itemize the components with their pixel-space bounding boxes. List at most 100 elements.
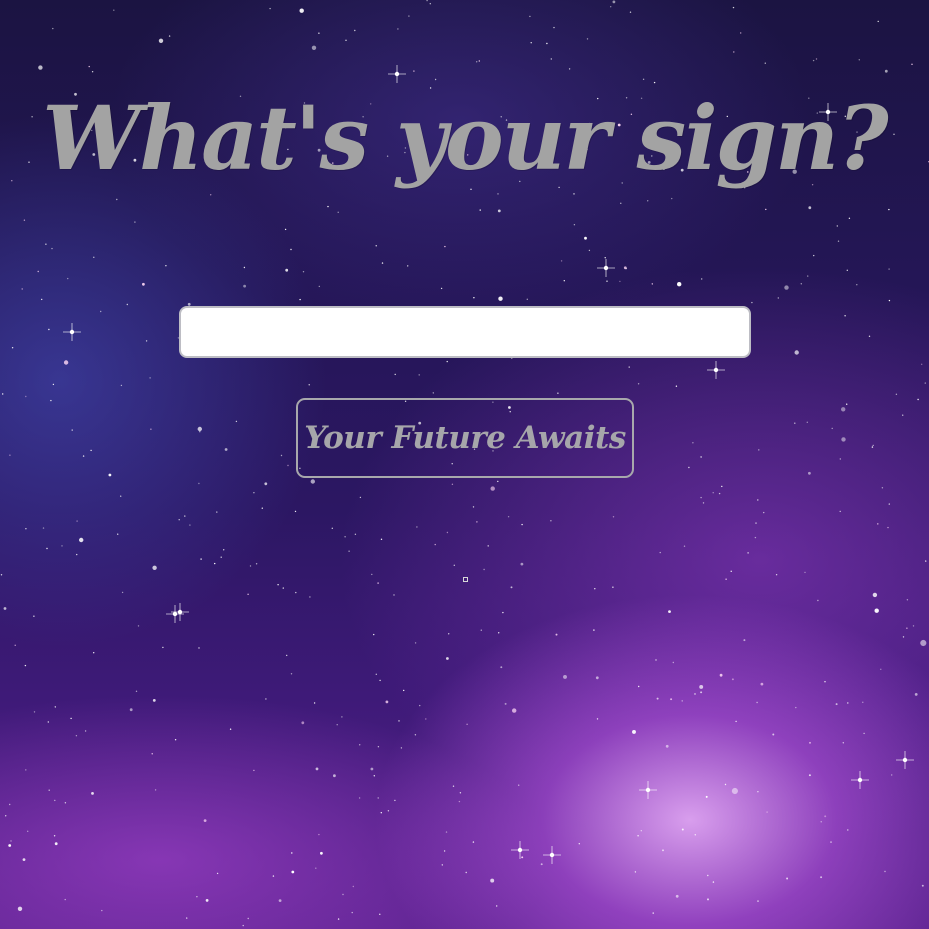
star [186, 917, 188, 919]
star [688, 466, 690, 469]
star [719, 673, 723, 677]
star [149, 377, 151, 379]
star [235, 420, 238, 423]
star-flare [511, 841, 529, 859]
star-flare [597, 259, 615, 277]
star [315, 867, 317, 869]
star [820, 876, 823, 879]
star [344, 536, 346, 538]
star [593, 629, 595, 631]
star [224, 448, 228, 451]
star [354, 29, 356, 32]
star [84, 730, 87, 732]
star [473, 297, 475, 299]
star [906, 599, 909, 601]
star [91, 792, 94, 795]
star [375, 673, 377, 675]
sign-input[interactable] [179, 306, 751, 358]
star [0, 574, 3, 576]
star [760, 682, 764, 686]
star [668, 610, 671, 613]
star [518, 784, 520, 786]
star [914, 693, 918, 696]
star [82, 455, 85, 457]
star [253, 492, 255, 494]
star [320, 851, 323, 855]
star [451, 483, 454, 485]
star [290, 248, 292, 251]
star [407, 265, 409, 267]
star [588, 249, 591, 252]
star [578, 843, 580, 845]
star [751, 301, 753, 304]
star [763, 511, 765, 514]
star [758, 449, 760, 451]
star [555, 633, 558, 636]
star [318, 32, 320, 34]
star [924, 382, 926, 384]
star [198, 482, 200, 485]
star [79, 537, 84, 543]
star [480, 629, 482, 631]
star [91, 71, 94, 73]
star [448, 633, 450, 635]
star [665, 744, 669, 748]
star [429, 3, 431, 5]
star [766, 811, 768, 813]
star [380, 812, 382, 814]
star [692, 442, 694, 444]
star [700, 456, 702, 458]
star [291, 852, 293, 854]
star [358, 797, 361, 799]
star [152, 699, 156, 702]
star [628, 366, 630, 368]
star [702, 502, 705, 504]
star [507, 516, 510, 518]
star [756, 701, 758, 704]
star [10, 840, 12, 842]
star [877, 20, 879, 23]
star [120, 495, 122, 497]
star [216, 511, 218, 513]
star [150, 428, 152, 430]
star [359, 744, 361, 746]
star [379, 913, 381, 915]
star [67, 277, 69, 280]
star [348, 550, 350, 552]
your-future-awaits-button[interactable]: Your Future Awaits [296, 398, 634, 478]
star [25, 395, 27, 398]
star [902, 414, 904, 416]
star [707, 898, 709, 901]
star [612, 586, 614, 588]
star [205, 899, 209, 902]
star [775, 574, 778, 576]
star [497, 209, 501, 213]
star [606, 280, 608, 282]
star [487, 545, 489, 547]
star [830, 841, 832, 843]
star [145, 340, 148, 342]
star [817, 599, 819, 602]
star [5, 815, 7, 817]
star [284, 228, 287, 231]
star [550, 520, 552, 522]
star-flare [707, 361, 725, 379]
star [403, 689, 405, 692]
star [712, 881, 715, 883]
star [397, 28, 399, 30]
star [299, 8, 304, 13]
star [336, 724, 338, 726]
star [656, 697, 659, 700]
star [670, 698, 673, 701]
star [553, 26, 555, 29]
star [398, 720, 400, 722]
star [440, 287, 443, 290]
star [216, 872, 219, 875]
star [683, 545, 686, 547]
star [249, 565, 252, 567]
star-flare [166, 605, 184, 623]
star [510, 586, 513, 589]
star [27, 830, 29, 832]
star [815, 58, 818, 60]
star [342, 893, 344, 896]
